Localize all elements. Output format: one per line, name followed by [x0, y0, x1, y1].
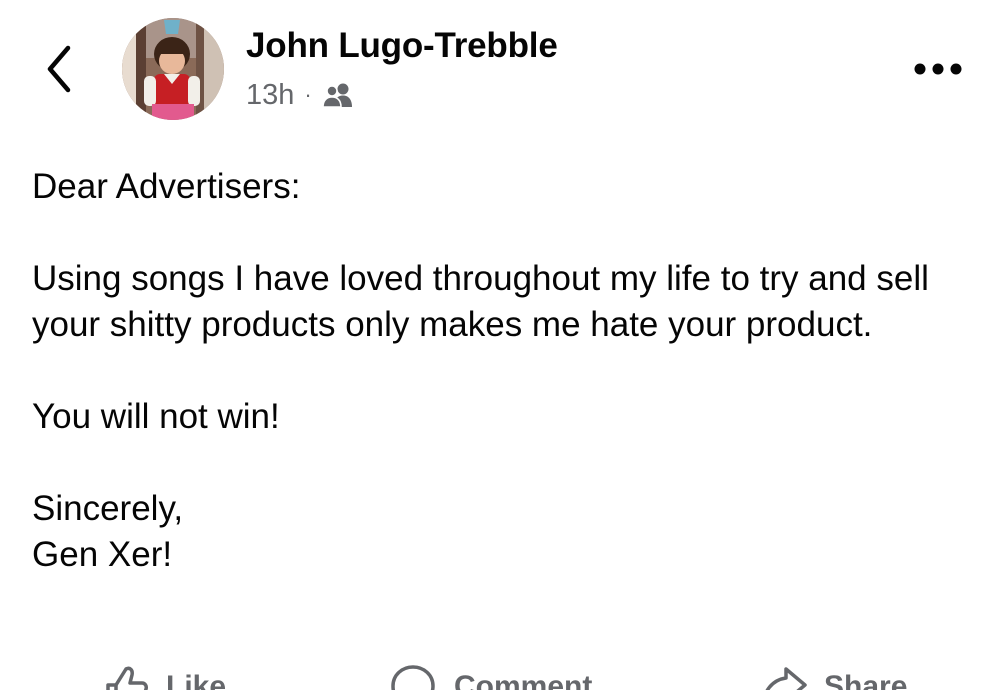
post-paragraph: Using songs I have loved throughout my l…: [32, 259, 929, 344]
comment-icon: [391, 665, 435, 690]
comment-label: Comment: [454, 670, 593, 690]
post-timestamp[interactable]: 13h: [246, 79, 294, 112]
comment-button[interactable]: Comment: [388, 662, 592, 690]
ellipsis-icon: [914, 63, 962, 75]
like-button[interactable]: Like: [102, 662, 226, 690]
post-text: Dear Advertisers: Using songs I have lov…: [32, 164, 982, 578]
author-name[interactable]: John Lugo-Trebble: [246, 26, 558, 66]
post-meta: 13h ·: [246, 76, 354, 114]
share-icon: [765, 667, 807, 690]
like-label: Like: [166, 670, 227, 690]
avatar[interactable]: [122, 18, 224, 120]
post-screen: John Lugo-Trebble 13h · Dear Advertisers…: [0, 0, 1000, 690]
share-label: Share: [824, 670, 908, 690]
post-action-bar: Like Comment Share: [0, 662, 1000, 690]
post-greeting: Dear Advertisers:: [32, 167, 301, 206]
post-closing: Sincerely,: [32, 489, 184, 528]
thumbs-up-icon: [106, 666, 148, 690]
post-statement: You will not win!: [32, 397, 280, 436]
post-signature: Gen Xer!: [32, 535, 173, 574]
avatar-photo: [122, 18, 224, 120]
more-options-button[interactable]: [910, 52, 966, 86]
chevron-left-icon: [47, 45, 71, 93]
share-button[interactable]: Share: [760, 662, 907, 690]
back-button[interactable]: [36, 42, 82, 96]
friends-icon[interactable]: [321, 82, 354, 108]
meta-separator: ·: [304, 82, 312, 107]
